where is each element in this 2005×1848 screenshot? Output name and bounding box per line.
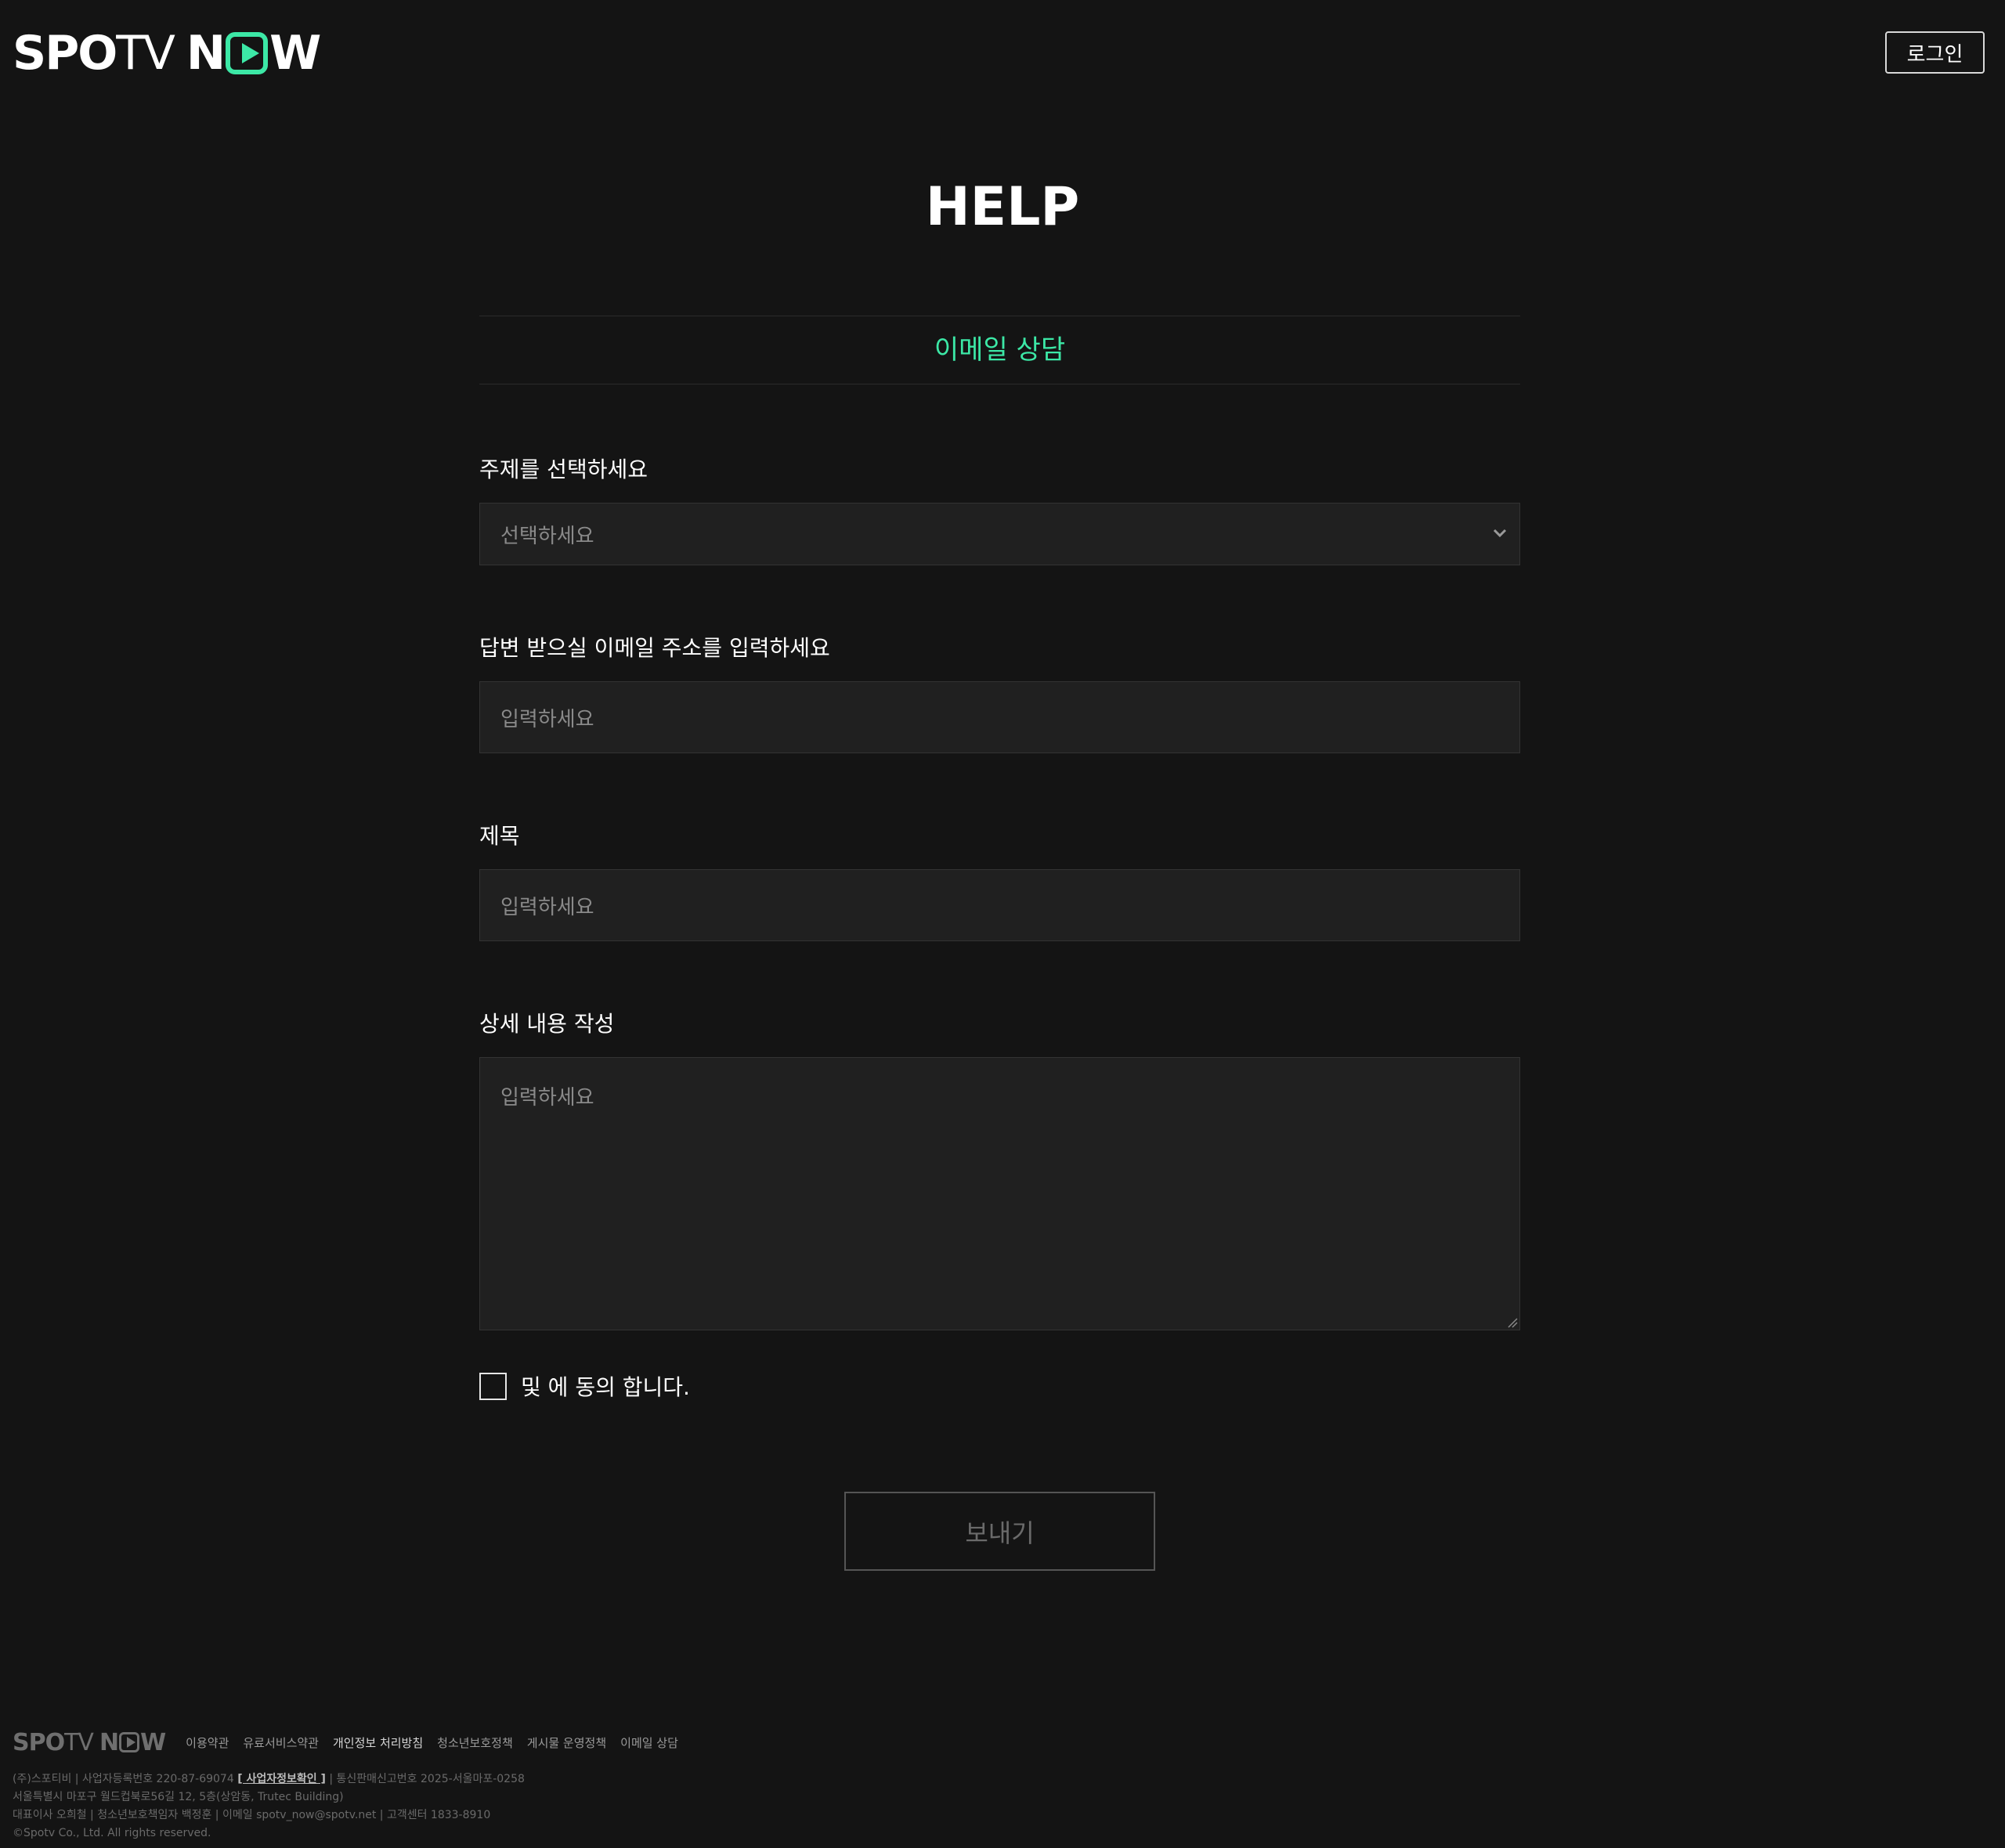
topic-label: 주제를 선택하세요: [479, 457, 648, 482]
footer-logo-text-spo: SPO: [13, 1728, 65, 1756]
spotv-now-logo[interactable]: SPO TV N W: [13, 26, 321, 81]
footer-logo[interactable]: SPO TV N W: [13, 1728, 166, 1756]
site-footer: SPO TV N W 이용약관 유료서비스약관 개인정보 처리방침 청소년보호정…: [13, 1727, 1892, 1843]
login-button[interactable]: 로그인: [1885, 31, 1985, 74]
company-info-reg: (주)스포티비 | 사업자등록번호 220-87-69074: [13, 1773, 238, 1785]
logo-text-w: W: [269, 26, 321, 81]
agree-checkbox[interactable]: [479, 1372, 507, 1400]
footer-link-email-consult[interactable]: 이메일 상담: [620, 1734, 678, 1751]
footer-link-youth[interactable]: 청소년보호정책: [437, 1734, 513, 1751]
footer-link-board-policy[interactable]: 게시물 운영정책: [527, 1734, 606, 1751]
footer-logo-text-n: N: [99, 1728, 119, 1756]
detail-label: 상세 내용 작성: [479, 1011, 615, 1037]
subject-field[interactable]: 입력하세요: [479, 869, 1520, 941]
footer-link-terms[interactable]: 이용약관: [186, 1734, 229, 1751]
company-info-line-1: (주)스포티비 | 사업자등록번호 220-87-69074 [ 사업자정보확인…: [13, 1770, 1892, 1788]
email-placeholder: 입력하세요: [500, 707, 594, 731]
footer-link-paid-terms[interactable]: 유료서비스약관: [243, 1734, 319, 1751]
email-field[interactable]: 입력하세요: [479, 681, 1520, 753]
subject-label: 제목: [479, 823, 520, 849]
business-info-link[interactable]: [ 사업자정보확인 ]: [237, 1773, 326, 1785]
topic-select-value: 선택하세요: [500, 524, 594, 548]
email-label: 답변 받으실 이메일 주소를 입력하세요: [479, 635, 830, 661]
send-button[interactable]: 보내기: [844, 1492, 1155, 1571]
footer-logo-text-tv: TV: [64, 1728, 94, 1756]
logo-text-tv: TV: [116, 26, 175, 81]
subject-placeholder: 입력하세요: [500, 895, 594, 919]
footer-logo-text-w: W: [140, 1728, 166, 1756]
page-title: HELP: [925, 176, 1080, 238]
detail-placeholder: 입력하세요: [500, 1086, 594, 1110]
chevron-down-icon: [1493, 529, 1507, 538]
topic-select[interactable]: 선택하세요: [479, 503, 1520, 565]
footer-play-icon: [119, 1732, 140, 1752]
detail-textarea[interactable]: 입력하세요: [479, 1057, 1520, 1330]
company-contacts: 대표이사 오희철 | 청소년보호책임자 백정훈 | 이메일 spotv_now@…: [13, 1809, 491, 1821]
logo-text-n: N: [186, 26, 226, 81]
site-header: SPO TV N W 로그인: [0, 0, 2005, 105]
company-info-mail-order: | 통신판매신고번호 2025-서울마포-0258: [325, 1773, 525, 1785]
resize-handle-icon[interactable]: [1505, 1316, 1518, 1328]
agree-row: 및 에 동의 합니다.: [479, 1370, 690, 1402]
copyright: ©Spotv Co., Ltd. All rights reserved.: [13, 1827, 211, 1839]
company-info: (주)스포티비 | 사업자등록번호 220-87-69074 [ 사업자정보확인…: [13, 1770, 1892, 1843]
logo-text-spo: SPO: [13, 26, 117, 81]
tab-email-consult[interactable]: 이메일 상담: [934, 334, 1065, 366]
company-address: 서울특별시 마포구 월드컵북로56길 12, 5층(상암동, Trutec Bu…: [13, 1791, 344, 1803]
tab-bar: 이메일 상담: [479, 316, 1520, 384]
footer-link-privacy[interactable]: 개인정보 처리방침: [333, 1734, 423, 1751]
play-icon: [226, 32, 269, 74]
agree-text: 및 에 동의 합니다.: [521, 1374, 690, 1400]
